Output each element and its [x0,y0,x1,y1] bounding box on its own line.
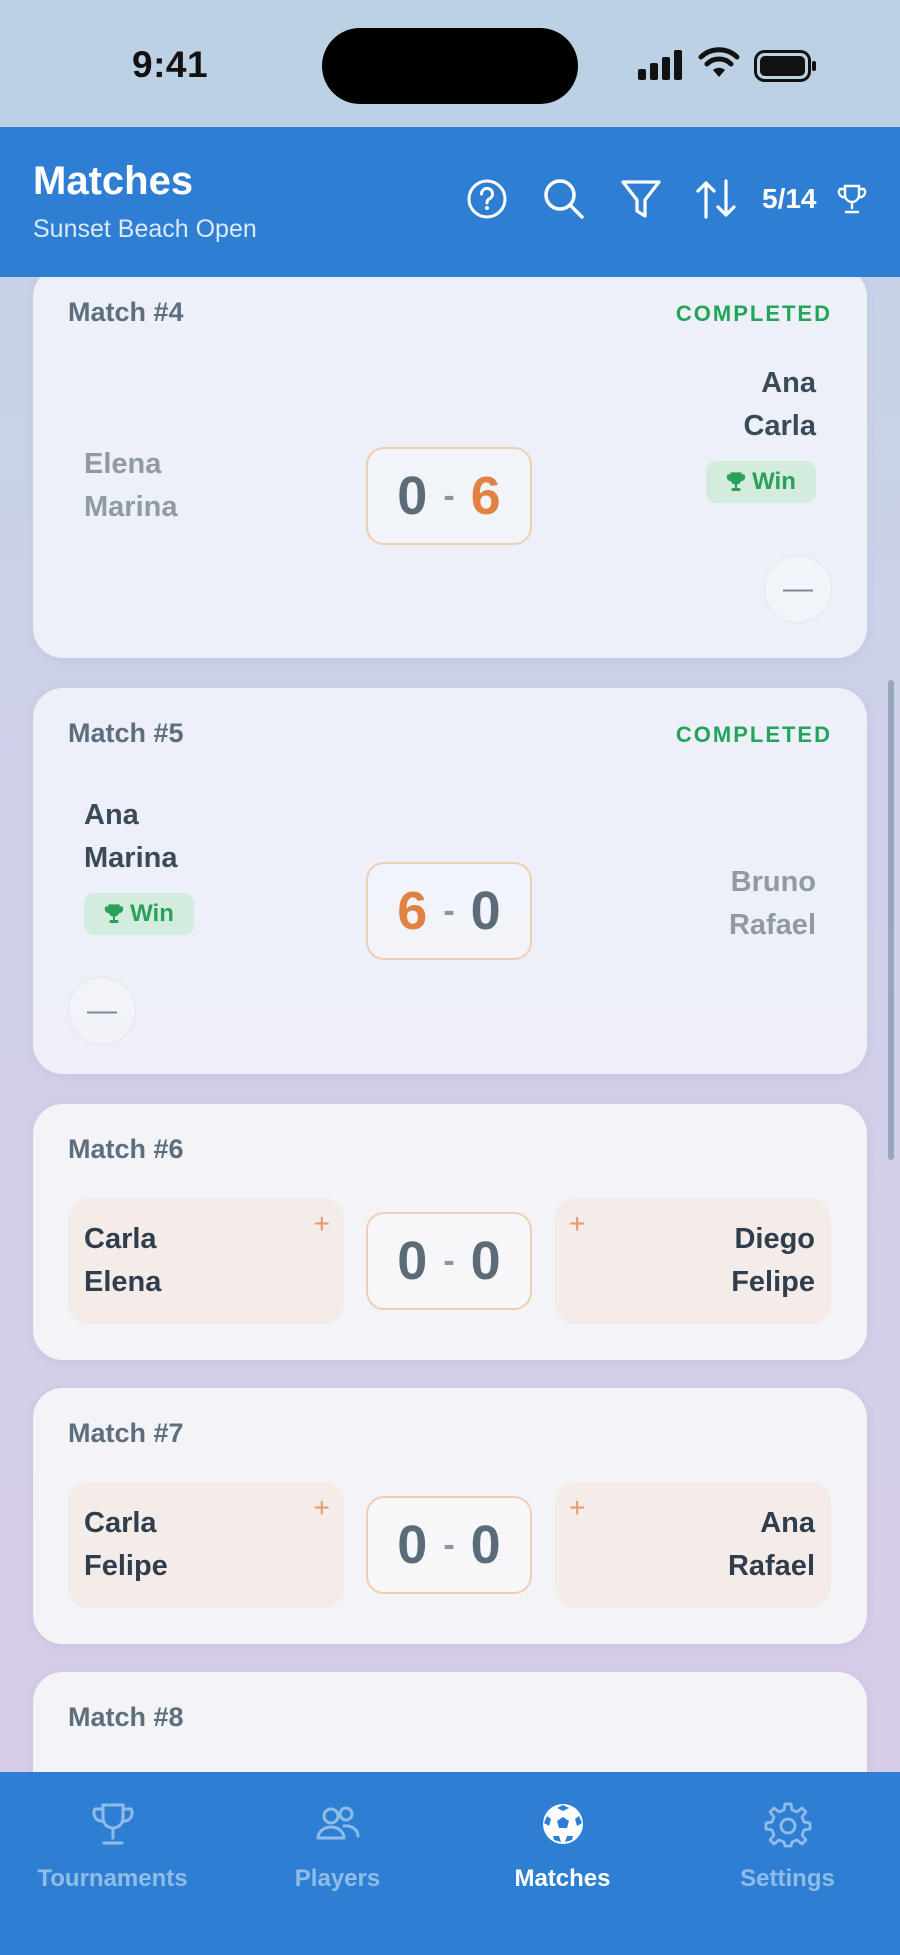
tab-players[interactable]: Players [225,1772,450,1912]
team-b[interactable]: Ana Carla [743,362,816,448]
score-team-b: 0 [470,881,501,941]
scrollbar[interactable] [888,680,894,1160]
player-name: Elena [84,1266,162,1298]
add-point-button[interactable]: + [569,1492,585,1524]
score-team-b: 0 [470,1515,501,1575]
match-number: Match #8 [68,1702,184,1732]
score-team-a: 6 [397,881,428,941]
match-number: Match #6 [68,1134,184,1164]
team-a-names: Carla Felipe [84,1502,168,1588]
dynamic-island [322,28,578,104]
team-a[interactable]: Ana Marina [84,794,177,880]
match-number: Match #4 [68,297,184,327]
score-box: 6 - 0 [366,862,532,960]
match-number: Match #7 [68,1418,184,1448]
match-card[interactable]: Match #7 Carla Felipe + 0 - 0 Ana Rafael… [33,1388,867,1644]
tab-label: Players [294,1865,381,1892]
winner-badge: Win [706,461,816,503]
player-name: Marina [84,842,178,874]
trophy-icon [91,1803,134,1845]
gear-icon [764,1802,811,1848]
match-card[interactable]: Match #6 Carla Elena + 0 - 0 Diego Felip… [33,1104,867,1360]
player-name: Ana [84,799,139,831]
trophy-icon [726,472,746,491]
match-card[interactable]: Match #8 [33,1672,867,1772]
player-name: Ana [761,367,816,399]
decrement-score-button[interactable]: — [764,555,832,623]
search-icon[interactable] [542,177,586,221]
win-label: Win [130,900,174,927]
team-a-names: Carla Elena [84,1218,161,1304]
add-point-button[interactable]: + [569,1208,585,1240]
match-card[interactable]: Match #4 COMPLETED Elena Marina 0 - 6 An… [33,277,867,658]
score-team-b: 0 [470,1231,501,1291]
win-label: Win [752,468,796,495]
tab-label: Matches [514,1865,611,1892]
status-bar: 9:41 [0,0,900,127]
player-name: Diego [734,1223,815,1255]
users-icon [316,1806,360,1840]
add-point-button[interactable]: + [314,1208,330,1240]
tab-tournaments[interactable]: Tournaments [0,1772,225,1912]
match-number: Match #5 [68,718,184,748]
player-name: Marina [84,491,178,523]
trophy-icon [837,184,867,214]
status-badge: COMPLETED [675,301,832,326]
tab-bar: Tournaments Players Matches Settings [0,1772,900,1955]
filter-icon[interactable] [619,177,663,221]
score-separator: - [443,1241,455,1280]
score-team-a: 0 [397,1231,428,1291]
team-b-names: Diego Felipe [731,1218,815,1304]
player-name: Rafael [727,1550,815,1582]
match-list[interactable]: Match #4 COMPLETED Elena Marina 0 - 6 An… [0,277,900,1772]
match-progress-count: 5/14 [762,183,817,214]
add-point-button[interactable]: + [314,1492,330,1524]
team-a-panel[interactable]: Carla Elena + [68,1198,344,1324]
score-team-a: 0 [397,466,428,526]
team-b-panel[interactable]: Diego Felipe + [555,1198,831,1324]
score-team-a: 0 [397,1515,428,1575]
player-name: Felipe [731,1266,815,1298]
team-a[interactable]: Elena Marina [84,443,177,529]
cellular-signal-icon [638,50,684,80]
status-badge: COMPLETED [675,722,832,747]
player-name: Felipe [84,1550,168,1582]
tab-settings[interactable]: Settings [675,1772,900,1912]
status-time: 9:41 [132,44,209,85]
player-name: Elena [84,448,162,480]
score-team-b: 6 [470,466,501,526]
score-box: 0 - 6 [366,447,532,545]
tab-label: Settings [740,1865,835,1892]
wifi-icon [698,47,740,77]
battery-icon [754,50,816,82]
player-name: Carla [743,410,816,442]
player-name: Bruno [730,866,816,898]
match-card[interactable]: Match #5 COMPLETED Ana Marina Win — 6 - … [33,688,867,1074]
trophy-icon [104,904,124,923]
tab-label: Tournaments [37,1865,188,1892]
team-a-panel[interactable]: Carla Felipe + [68,1482,344,1608]
player-name: Ana [760,1507,815,1539]
team-b-panel[interactable]: Ana Rafael + [555,1482,831,1608]
page-title: Matches [33,159,194,203]
score-separator: - [443,1525,455,1564]
player-name: Carla [84,1223,157,1255]
score-box: 0 - 0 [366,1212,532,1310]
player-name: Rafael [728,909,816,941]
score-separator: - [443,891,455,930]
player-name: Carla [84,1507,157,1539]
winner-badge: Win [84,893,194,935]
help-icon[interactable] [465,177,509,221]
soccer-ball-icon [542,1804,583,1844]
tournament-subtitle: Sunset Beach Open [33,215,257,243]
sort-icon[interactable] [694,177,738,221]
decrement-score-button[interactable]: — [68,977,136,1045]
team-b[interactable]: Bruno Rafael [729,861,816,947]
score-box: 0 - 0 [366,1496,532,1594]
score-separator: - [443,476,455,515]
team-b-names: Ana Rafael [728,1502,815,1588]
app-header: Matches Sunset Beach Open 5/14 [0,127,900,277]
tab-matches[interactable]: Matches [450,1772,675,1912]
